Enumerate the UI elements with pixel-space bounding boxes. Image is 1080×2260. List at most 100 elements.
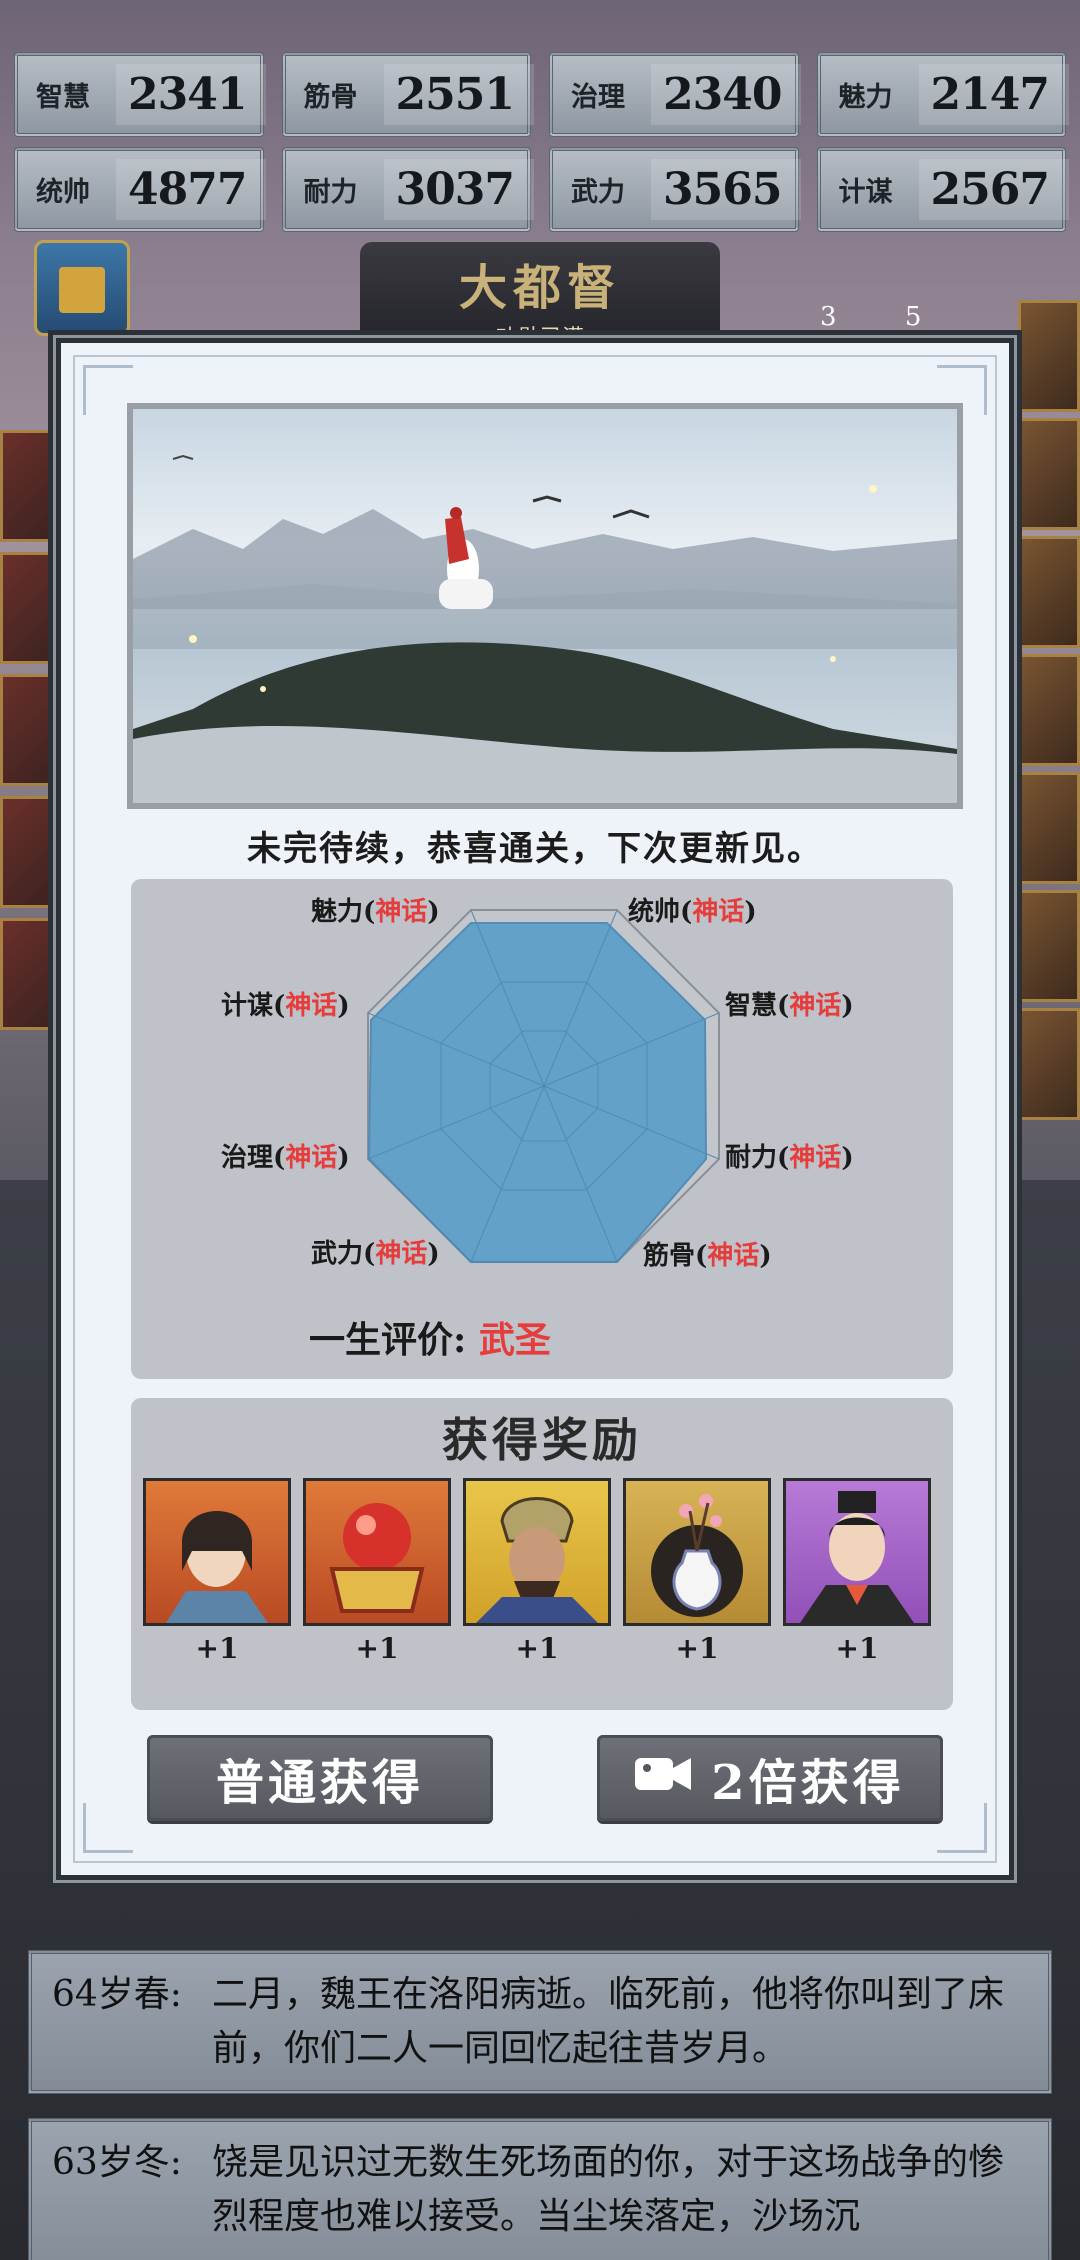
female-general-portrait-icon <box>143 1478 291 1626</box>
stat-value: 4877 <box>128 164 247 215</box>
reward-count: +1 <box>515 1632 559 1665</box>
badge-left: 3 <box>820 302 837 332</box>
portrait-card[interactable] <box>1018 300 1080 412</box>
attr-grade: 神话 <box>789 991 842 1021</box>
attr-name: 武力 <box>311 1239 364 1269</box>
attr-grade: 神话 <box>789 1143 842 1173</box>
stat-tile: 武力 3565 <box>549 147 801 232</box>
log-text: 二月，魏王在洛阳病逝。临死前，他将你叫到了床前，你们二人一同回忆起往昔岁月。 <box>212 1974 1005 2069</box>
verdict-value: 武圣 <box>478 1319 551 1361</box>
attr-grade: 神话 <box>375 897 428 927</box>
attr-grade: 神话 <box>707 1241 760 1271</box>
attribute-stat-grid: 智慧 2341 筋骨 2551 治理 2340 魅力 2147 统帅 4877 耐力 303… <box>14 52 1068 232</box>
left-portrait-column <box>0 430 62 1030</box>
stat-label: 魅力 <box>838 82 893 113</box>
radar-label-force: 武力(神话) <box>311 1239 440 1269</box>
portrait-card[interactable] <box>0 918 62 1030</box>
stat-value: 2551 <box>395 69 515 120</box>
portrait-card[interactable] <box>1018 418 1080 530</box>
attr-name: 筋骨 <box>643 1241 696 1271</box>
attr-grade: 神话 <box>375 1239 428 1269</box>
radar-label-stamina: 耐力(神话) <box>725 1143 854 1173</box>
stat-tile: 耐力 3037 <box>281 147 533 232</box>
life-log-entry: 63岁冬: 饶是见识过无数生死场面的你，对于这场战争的惨烈程度也难以接受。当尘埃落… <box>28 2118 1052 2260</box>
portrait-card[interactable] <box>1018 536 1080 648</box>
rank-title-plate: 大都督 功勋已满 <box>360 242 720 351</box>
log-age: 63岁冬: <box>52 2142 182 2183</box>
portrait-card[interactable] <box>0 430 62 542</box>
portrait-card[interactable] <box>1018 654 1080 766</box>
rewards-title: 获得奖励 <box>442 1413 642 1467</box>
ending-illustration <box>127 403 963 809</box>
radar-fill <box>367 922 708 1263</box>
portrait-card[interactable] <box>1018 890 1080 1002</box>
radar-label-command: 统帅(神话) <box>628 897 757 927</box>
stat-label: 治理 <box>571 82 625 113</box>
portrait-card[interactable] <box>0 674 62 786</box>
reward-item[interactable]: +1 <box>783 1478 931 1665</box>
stat-value: 2147 <box>930 69 1050 120</box>
stat-tile: 统帅 4877 <box>14 147 266 232</box>
stat-label: 耐力 <box>303 177 358 208</box>
corner-ornament <box>83 1803 133 1853</box>
stat-tile: 计谋 2567 <box>816 147 1068 232</box>
portrait-card[interactable] <box>1018 1008 1080 1120</box>
double-claim-label: 2倍获得 <box>711 1755 905 1811</box>
reward-count: +1 <box>835 1632 879 1665</box>
scholar-portrait-icon <box>783 1478 931 1626</box>
corner-ornament <box>937 1803 987 1853</box>
radar-label-governance: 治理(神话) <box>221 1143 350 1173</box>
log-age: 64岁春: <box>52 1974 182 2015</box>
portrait-card[interactable] <box>0 552 62 664</box>
stat-label: 智慧 <box>36 82 90 113</box>
ending-result-modal: 未完待续，恭喜通关，下次更新见。 魅力(神话) 统帅(神话) 智慧(神话) 耐力… <box>56 338 1014 1880</box>
stat-label: 筋骨 <box>303 82 358 113</box>
portrait-card[interactable] <box>0 796 62 908</box>
reward-item[interactable]: +1 <box>623 1478 771 1665</box>
verdict-label: 一生评价: <box>309 1319 467 1361</box>
level-badges: 3 5 <box>820 302 921 332</box>
attr-grade: 神话 <box>285 991 338 1021</box>
attr-name: 耐力 <box>725 1143 778 1173</box>
stat-value: 2340 <box>663 69 782 120</box>
armored-general-portrait-icon <box>463 1478 611 1626</box>
radar-label-physique: 筋骨(神话) <box>643 1241 772 1271</box>
portrait-card[interactable] <box>1018 772 1080 884</box>
stat-value: 2341 <box>128 69 247 120</box>
life-verdict: 一生评价: 武圣 <box>309 1311 551 1363</box>
radar-label-strategy: 计谋(神话) <box>221 991 350 1021</box>
stat-label: 统帅 <box>36 177 90 208</box>
palace-icon[interactable] <box>34 240 130 336</box>
video-camera-icon <box>635 1750 692 1806</box>
rank-title: 大都督 <box>458 260 621 316</box>
stat-label: 计谋 <box>838 177 893 208</box>
attr-name: 计谋 <box>221 991 274 1021</box>
radar-label-wisdom: 智慧(神话) <box>725 991 854 1021</box>
stat-value: 3037 <box>395 164 515 215</box>
attribute-radar-panel: 魅力(神话) 统帅(神话) 智慧(神话) 耐力(神话) 筋骨(神话) 武力(神话… <box>131 879 953 1379</box>
stat-label: 武力 <box>571 177 625 208</box>
radar-label-charm: 魅力(神话) <box>311 897 440 927</box>
normal-claim-label: 普通获得 <box>215 1755 424 1811</box>
badge-right: 5 <box>904 302 922 332</box>
corner-ornament <box>83 365 133 415</box>
stat-tile: 治理 2340 <box>549 52 801 137</box>
reward-item[interactable]: +1 <box>303 1478 451 1665</box>
life-log-entry: 64岁春: 二月，魏王在洛阳病逝。临死前，他将你叫到了床前，你们二人一同回忆起往昔… <box>28 1950 1052 2094</box>
plum-blossom-vase-icon <box>623 1478 771 1626</box>
attr-name: 智慧 <box>725 991 778 1021</box>
attr-name: 治理 <box>221 1143 274 1173</box>
attr-grade: 神话 <box>285 1143 338 1173</box>
ending-message: 未完待续，恭喜通关，下次更新见。 <box>247 829 823 869</box>
normal-claim-button[interactable]: 普通获得 <box>147 1735 493 1821</box>
rewards-panel: 获得奖励 +1 +1 +1 +1 +1 <box>131 1398 953 1710</box>
right-portrait-column <box>1018 300 1080 1120</box>
reward-item[interactable]: +1 <box>143 1478 291 1665</box>
red-orb-chest-icon <box>303 1478 451 1626</box>
reward-item[interactable]: +1 <box>463 1478 611 1665</box>
stat-tile: 智慧 2341 <box>14 52 266 137</box>
double-claim-video-button[interactable]: 2倍获得 <box>597 1735 943 1821</box>
attr-name: 魅力 <box>311 897 364 927</box>
log-text: 饶是见识过无数生死场面的你，对于这场战争的惨烈程度也难以接受。当尘埃落定，沙场沉 <box>212 2142 1005 2237</box>
attr-grade: 神话 <box>692 897 745 927</box>
